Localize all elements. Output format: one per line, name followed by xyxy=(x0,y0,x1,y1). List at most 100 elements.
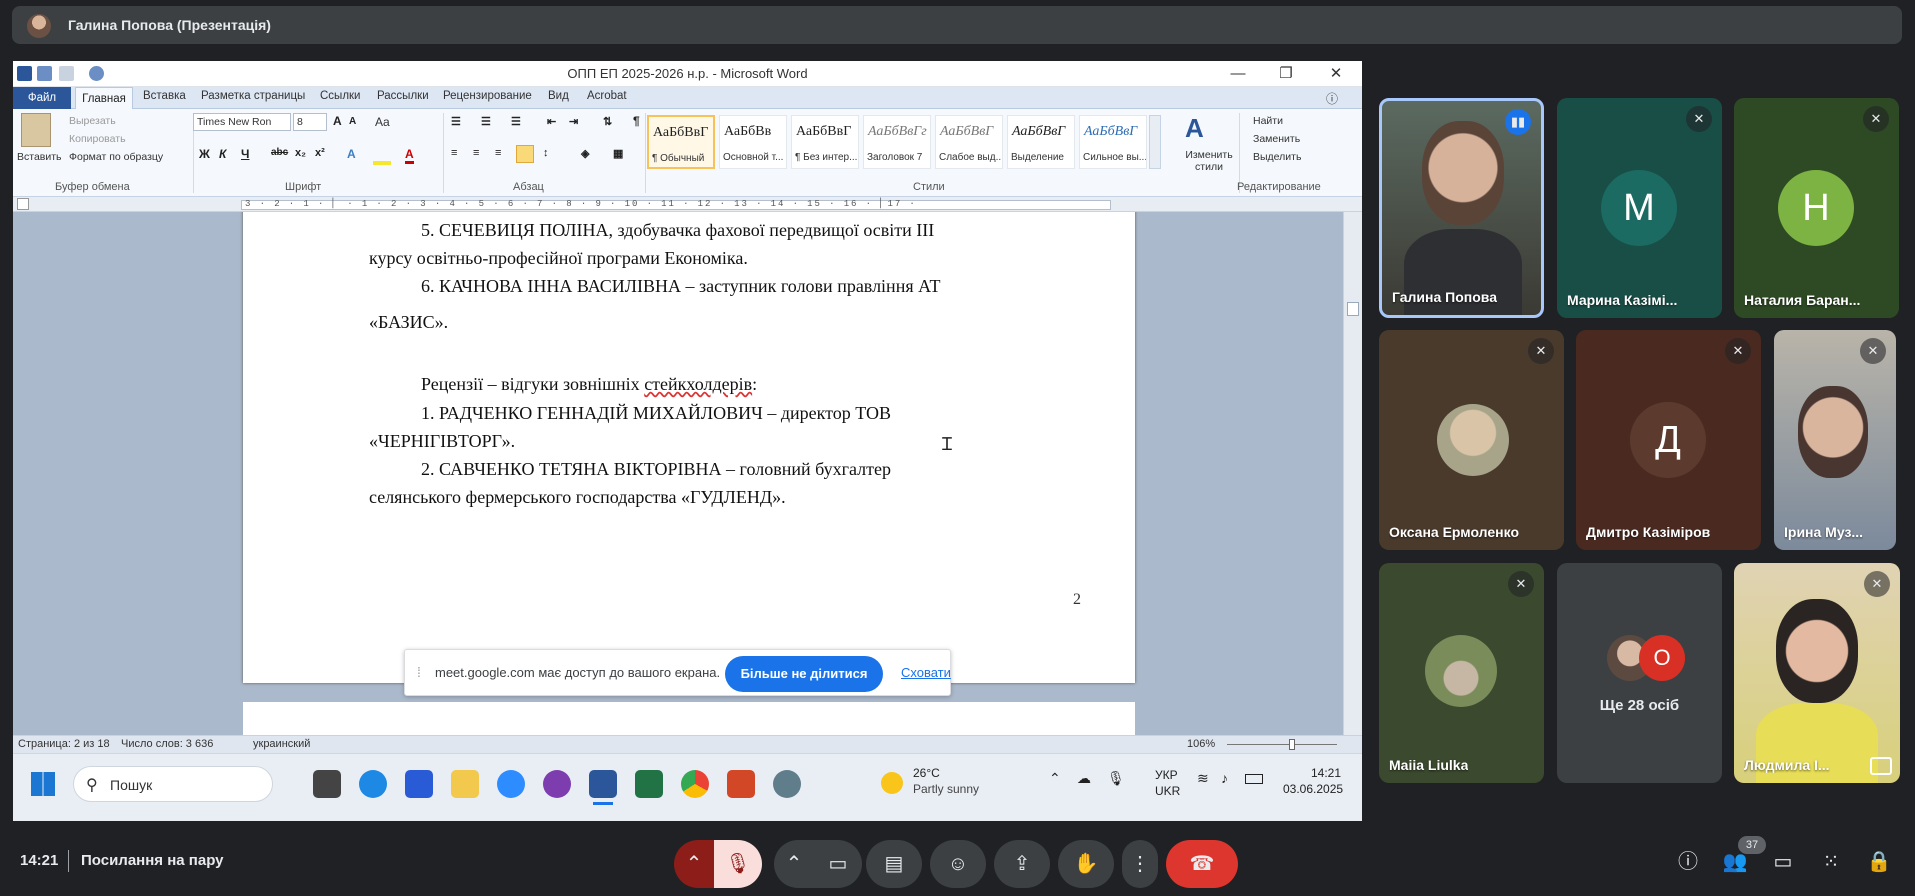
emoji-button[interactable]: ☺ xyxy=(930,840,986,888)
italic-icon[interactable]: К xyxy=(219,147,226,161)
scroll-thumb[interactable] xyxy=(1347,302,1359,316)
lang-indicator-2[interactable]: UKR xyxy=(1155,784,1180,798)
task-view-icon[interactable] xyxy=(313,770,341,798)
settings-icon[interactable] xyxy=(773,770,801,798)
taskbar-search[interactable]: ⚲ Пошук xyxy=(73,766,273,802)
page-count[interactable]: Страница: 2 из 18 xyxy=(18,738,110,750)
taskbar-time[interactable]: 14:21 xyxy=(1311,766,1341,780)
microphone-tray-icon[interactable]: 🎙 xyxy=(1107,770,1125,787)
justify-icon[interactable] xyxy=(516,145,534,163)
video-options-button[interactable]: ⌃ xyxy=(774,840,814,888)
camera-button[interactable]: ▭ xyxy=(814,840,862,888)
mic-muted-button[interactable]: 🎙 xyxy=(714,840,762,888)
excel-icon[interactable] xyxy=(635,770,663,798)
explorer-icon[interactable] xyxy=(451,770,479,798)
participant-tile[interactable]: ✕ Ірина Муз... xyxy=(1774,330,1896,550)
zoom-level[interactable]: 106% xyxy=(1187,738,1215,750)
bold-icon[interactable]: Ж xyxy=(199,147,210,161)
weather-temp[interactable]: 26°C xyxy=(913,766,940,780)
store-icon[interactable] xyxy=(405,770,433,798)
align-right-icon[interactable]: ≡ xyxy=(495,147,501,159)
tab-page-layout[interactable]: Разметка страницы xyxy=(201,90,305,102)
more-participants-tile[interactable]: O Ще 28 осіб xyxy=(1557,563,1722,783)
participant-tile[interactable]: ▮▮ Галина Попова xyxy=(1379,98,1544,318)
zoom-slider[interactable] xyxy=(1227,744,1337,745)
style-emphasis[interactable]: АаБбВвГ Выделение xyxy=(1007,115,1075,169)
help-icon[interactable]: ⓘ xyxy=(1326,90,1338,107)
leave-call-button[interactable]: ☎ xyxy=(1166,840,1238,888)
word-count[interactable]: Число слов: 3 636 xyxy=(121,738,213,750)
participant-tile[interactable]: ✕ Maiia Liulka xyxy=(1379,563,1544,783)
align-center-icon[interactable]: ≡ xyxy=(473,147,479,159)
participant-tile[interactable]: ✕ Людмила І... xyxy=(1734,563,1900,783)
tab-view[interactable]: Вид xyxy=(548,90,569,102)
meeting-details-icon[interactable]: ⓘ xyxy=(1674,848,1702,876)
weather-desc[interactable]: Partly sunny xyxy=(913,782,979,796)
more-options-button[interactable]: ⋮ xyxy=(1122,840,1158,888)
decrease-indent-icon[interactable]: ⇤ xyxy=(547,115,556,128)
hide-notice-link[interactable]: Сховати xyxy=(901,665,951,680)
document-page[interactable]: 5. СЕЧЕВИЦЯ ПОЛІНА, здобувачка фахової п… xyxy=(243,212,1135,683)
minimize-button[interactable]: — xyxy=(1223,63,1253,85)
battery-icon[interactable] xyxy=(1245,774,1263,784)
lang-indicator-1[interactable]: УКР xyxy=(1155,768,1178,782)
style-normal[interactable]: АаБбВвГ ¶ Обычный xyxy=(647,115,715,169)
weather-icon[interactable] xyxy=(881,772,903,794)
vertical-scrollbar[interactable] xyxy=(1343,212,1362,735)
borders-icon[interactable]: ▦ xyxy=(613,147,623,160)
paste-button[interactable]: Вставить xyxy=(17,151,62,163)
shading-icon[interactable]: ◈ xyxy=(581,147,589,160)
font-size-select[interactable]: 8 xyxy=(293,113,327,131)
raise-hand-button[interactable]: ✋ xyxy=(1058,840,1114,888)
cut-button[interactable]: Вырезать xyxy=(69,115,116,127)
show-marks-icon[interactable]: ¶ xyxy=(633,114,640,128)
replace-button[interactable]: Заменить xyxy=(1253,133,1300,145)
next-page[interactable] xyxy=(243,702,1135,735)
highlight-icon[interactable] xyxy=(373,149,391,165)
style-heading-7[interactable]: АаБбВвГг Заголовок 7 xyxy=(863,115,931,169)
tab-review[interactable]: Рецензирование xyxy=(443,90,532,102)
superscript-icon[interactable]: x² xyxy=(315,147,325,159)
activities-icon[interactable]: ⁙ xyxy=(1817,848,1845,876)
taskbar-date[interactable]: 03.06.2025 xyxy=(1283,782,1343,796)
change-styles-button[interactable]: Изменить стили xyxy=(1181,149,1237,173)
chrome-icon[interactable] xyxy=(681,770,709,798)
grow-font-icon[interactable]: A xyxy=(333,114,342,128)
find-button[interactable]: Найти xyxy=(1253,115,1283,127)
zoom-icon[interactable] xyxy=(497,770,525,798)
restore-button[interactable]: ❐ xyxy=(1271,63,1301,85)
increase-indent-icon[interactable]: ⇥ xyxy=(569,115,578,128)
start-icon[interactable] xyxy=(31,772,55,796)
multilevel-list-icon[interactable]: ☰ xyxy=(511,115,521,128)
tab-selector[interactable] xyxy=(17,198,29,210)
word-taskbar-icon[interactable] xyxy=(589,770,617,798)
edge-icon[interactable] xyxy=(359,770,387,798)
drag-handle-icon[interactable]: ⁞ xyxy=(417,664,421,680)
format-painter-button[interactable]: Формат по образцу xyxy=(69,151,163,163)
paste-icon[interactable] xyxy=(21,113,51,147)
numbering-icon[interactable]: ☰ xyxy=(481,115,491,128)
language[interactable]: украинский xyxy=(253,738,310,750)
subscript-icon[interactable]: x₂ xyxy=(295,147,306,159)
underline-icon[interactable]: Ч xyxy=(241,147,249,161)
pip-icon[interactable] xyxy=(1870,757,1892,775)
volume-icon[interactable]: ♪ xyxy=(1221,770,1228,786)
captions-button[interactable]: ▤ xyxy=(866,840,922,888)
present-button[interactable]: ⇪ xyxy=(994,840,1050,888)
participant-tile[interactable]: Д ✕ Дмитро Казіміров xyxy=(1576,330,1761,550)
tab-insert[interactable]: Вставка xyxy=(143,90,186,102)
chat-icon[interactable]: ▭ xyxy=(1769,848,1797,876)
font-name-select[interactable]: Times New Ron xyxy=(193,113,291,131)
sort-icon[interactable]: ⇅ xyxy=(603,115,612,128)
viber-icon[interactable] xyxy=(543,770,571,798)
bullets-icon[interactable]: ☰ xyxy=(451,115,461,128)
change-case-button[interactable]: Aa xyxy=(375,115,390,129)
tab-mailings[interactable]: Рассылки xyxy=(377,90,429,102)
host-controls-icon[interactable]: 🔒 xyxy=(1865,848,1893,876)
participant-tile[interactable]: ✕ Оксана Ермоленко xyxy=(1379,330,1564,550)
acrobat-icon[interactable] xyxy=(727,770,755,798)
strikethrough-icon[interactable]: abc xyxy=(271,147,288,158)
tab-file[interactable]: Файл xyxy=(13,87,71,109)
participant-tile[interactable]: M ✕ Марина Казімі... xyxy=(1557,98,1722,318)
style-no-spacing[interactable]: АаБбВвГ ¶ Без интер... xyxy=(791,115,859,169)
